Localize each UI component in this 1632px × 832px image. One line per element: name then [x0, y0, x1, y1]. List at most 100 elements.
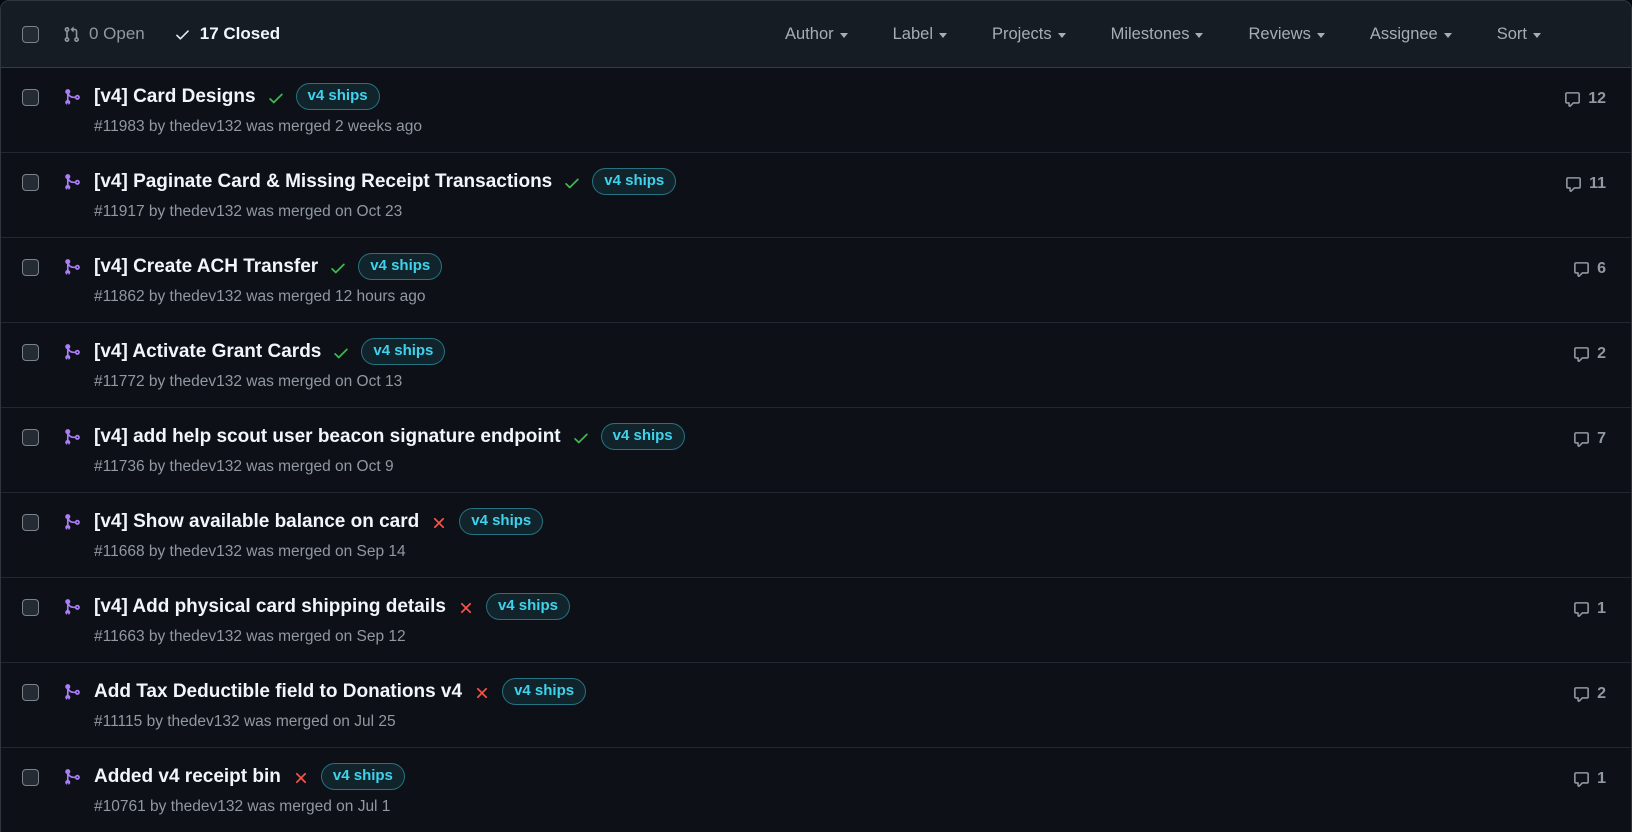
pr-label-v4-ships[interactable]: v4 ships: [601, 423, 685, 450]
pr-meta: #11917 by thedev132 was merged on Oct 23: [94, 203, 1565, 221]
pr-label-v4-ships[interactable]: v4 ships: [486, 593, 570, 620]
pr-meta: #11663 by thedev132 was merged on Sep 12: [94, 628, 1573, 646]
pr-title-link[interactable]: [v4] Add physical card shipping details: [94, 596, 446, 618]
pr-title-line: [v4] Card Designs v4 ships: [94, 83, 1564, 110]
pr-title-link[interactable]: Add Tax Deductible field to Donations v4: [94, 681, 462, 703]
filter-assignee[interactable]: Assignee: [1370, 25, 1452, 44]
pr-checkbox[interactable]: [22, 259, 39, 276]
pr-title-line: [v4] Show available balance on card v4 s…: [94, 508, 1606, 535]
pr-title-link[interactable]: [v4] Paginate Card & Missing Receipt Tra…: [94, 171, 552, 193]
pr-checkbox[interactable]: [22, 344, 39, 361]
pr-row: [v4] Create ACH Transfer v4 ships #11862…: [1, 238, 1631, 323]
pr-row-main: [v4] Show available balance on card v4 s…: [94, 508, 1606, 561]
chevron-down-icon: [1533, 33, 1541, 38]
pr-checkbox[interactable]: [22, 769, 39, 786]
filter-bar: Author Label Projects Milestones Reviews…: [785, 25, 1541, 44]
pr-title-link[interactable]: [v4] Create ACH Transfer: [94, 256, 318, 278]
check-icon[interactable]: [267, 89, 285, 107]
pr-label-v4-ships[interactable]: v4 ships: [358, 253, 442, 280]
pr-checkbox[interactable]: [22, 429, 39, 446]
pr-checkbox[interactable]: [22, 174, 39, 191]
comment-count: 2: [1597, 685, 1606, 703]
pr-label-v4-ships[interactable]: v4 ships: [296, 83, 380, 110]
filter-author[interactable]: Author: [785, 25, 848, 44]
closed-count-label: 17 Closed: [200, 24, 280, 44]
pr-meta: #11668 by thedev132 was merged on Sep 14: [94, 543, 1606, 561]
pr-label-v4-ships[interactable]: v4 ships: [321, 763, 405, 790]
pr-checkbox[interactable]: [22, 89, 39, 106]
x-icon[interactable]: [473, 684, 491, 702]
pr-label-v4-ships[interactable]: v4 ships: [361, 338, 445, 365]
pr-title-link[interactable]: [v4] Show available balance on card: [94, 511, 419, 533]
pr-row-main: Added v4 receipt bin v4 ships #10761 by …: [94, 763, 1573, 816]
git-merge-icon: [63, 598, 81, 616]
pr-title-link[interactable]: [v4] Card Designs: [94, 86, 256, 108]
pr-row-main: [v4] Create ACH Transfer v4 ships #11862…: [94, 253, 1573, 306]
comment-icon: [1573, 346, 1590, 363]
pr-title-line: [v4] Create ACH Transfer v4 ships: [94, 253, 1573, 280]
check-icon: [174, 26, 191, 43]
filter-milestones[interactable]: Milestones: [1111, 25, 1204, 44]
filter-projects[interactable]: Projects: [992, 25, 1066, 44]
git-pull-request-icon: [63, 26, 80, 43]
pr-comments-link[interactable]: 7: [1573, 430, 1606, 448]
pr-row-main: [v4] Card Designs v4 ships #11983 by the…: [94, 83, 1564, 136]
chevron-down-icon: [1058, 33, 1066, 38]
comment-count: 1: [1597, 600, 1606, 618]
list-header: 0 Open 17 Closed Author Label Projects: [1, 1, 1631, 68]
git-merge-icon: [63, 683, 81, 701]
comment-count: 1: [1597, 770, 1606, 788]
check-icon[interactable]: [329, 259, 347, 277]
pr-comments-link[interactable]: 2: [1573, 685, 1606, 703]
chevron-down-icon: [1317, 33, 1325, 38]
pr-comments-link[interactable]: 12: [1564, 90, 1606, 108]
x-icon[interactable]: [457, 599, 475, 617]
pr-title-link[interactable]: [v4] add help scout user beacon signatur…: [94, 426, 561, 448]
check-icon[interactable]: [563, 174, 581, 192]
pr-checkbox[interactable]: [22, 514, 39, 531]
pr-meta: #11983 by thedev132 was merged 2 weeks a…: [94, 118, 1564, 136]
pr-checkbox[interactable]: [22, 599, 39, 616]
pr-row: [v4] Activate Grant Cards v4 ships #1177…: [1, 323, 1631, 408]
pr-row-main: [v4] Add physical card shipping details …: [94, 593, 1573, 646]
pr-title-line: Add Tax Deductible field to Donations v4…: [94, 678, 1573, 705]
git-merge-icon: [63, 173, 81, 191]
x-icon[interactable]: [430, 514, 448, 532]
filter-label[interactable]: Label: [893, 25, 947, 44]
filter-sort[interactable]: Sort: [1497, 25, 1541, 44]
x-icon[interactable]: [292, 769, 310, 787]
pr-comments-link[interactable]: 1: [1573, 770, 1606, 788]
pr-title-link[interactable]: Added v4 receipt bin: [94, 766, 281, 788]
comment-icon: [1573, 771, 1590, 788]
pr-comments-link[interactable]: 2: [1573, 345, 1606, 363]
closed-prs-link[interactable]: 17 Closed: [174, 24, 280, 44]
comment-icon: [1573, 686, 1590, 703]
git-merge-icon: [63, 343, 81, 361]
filter-reviews[interactable]: Reviews: [1248, 25, 1324, 44]
select-all-checkbox[interactable]: [22, 26, 39, 43]
check-icon[interactable]: [332, 344, 350, 362]
pr-title-line: [v4] Activate Grant Cards v4 ships: [94, 338, 1573, 365]
pr-comments-link[interactable]: 1: [1573, 600, 1606, 618]
comment-count: 11: [1589, 175, 1606, 193]
pr-label-v4-ships[interactable]: v4 ships: [459, 508, 543, 535]
comment-count: 7: [1597, 430, 1606, 448]
chevron-down-icon: [1195, 33, 1203, 38]
pr-label-v4-ships[interactable]: v4 ships: [502, 678, 586, 705]
pr-meta: #11736 by thedev132 was merged on Oct 9: [94, 458, 1573, 476]
open-prs-link[interactable]: 0 Open: [63, 24, 145, 44]
git-merge-icon: [63, 258, 81, 276]
pr-comments-link[interactable]: 6: [1573, 260, 1606, 278]
pr-label-v4-ships[interactable]: v4 ships: [592, 168, 676, 195]
pr-title-link[interactable]: [v4] Activate Grant Cards: [94, 341, 321, 363]
git-merge-icon: [63, 513, 81, 531]
pr-row: [v4] Add physical card shipping details …: [1, 578, 1631, 663]
comment-icon: [1573, 261, 1590, 278]
chevron-down-icon: [840, 33, 848, 38]
pr-checkbox[interactable]: [22, 684, 39, 701]
pr-comments-link[interactable]: 11: [1565, 175, 1606, 193]
git-merge-icon: [63, 88, 81, 106]
pr-row-main: [v4] Paginate Card & Missing Receipt Tra…: [94, 168, 1565, 221]
pr-row-main: Add Tax Deductible field to Donations v4…: [94, 678, 1573, 731]
check-icon[interactable]: [572, 429, 590, 447]
